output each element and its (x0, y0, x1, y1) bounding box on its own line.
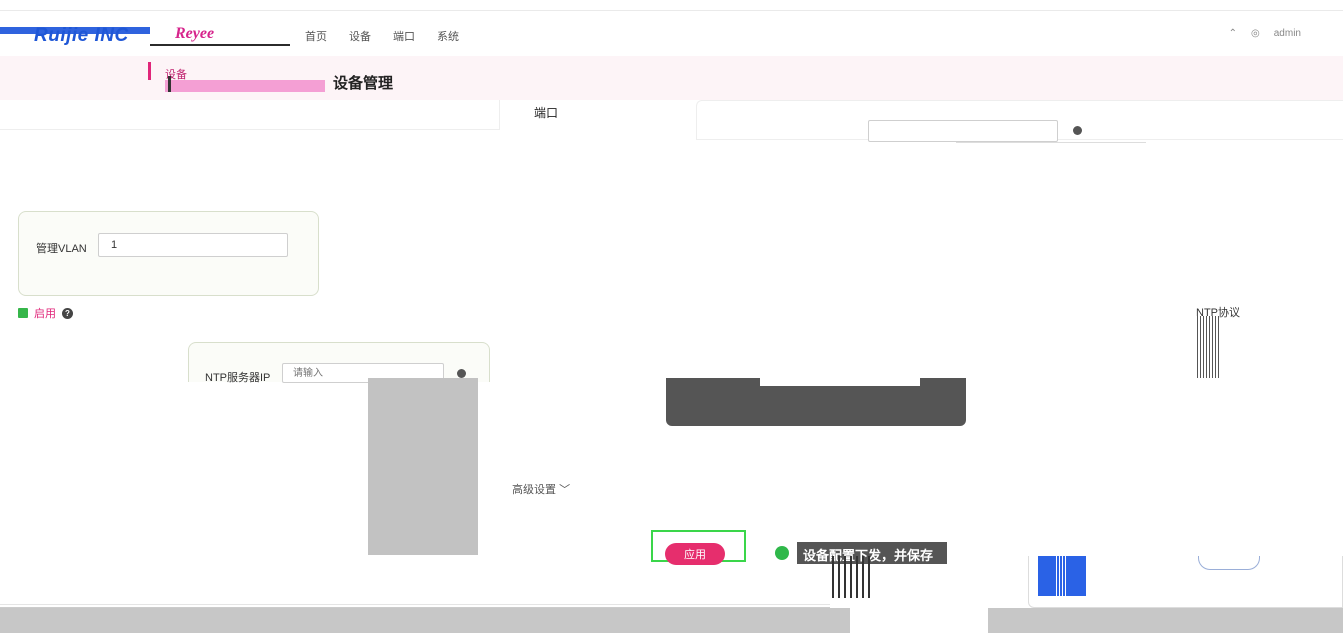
footer-bar-right (988, 608, 1343, 633)
enable-row: 启用 ? (18, 305, 73, 321)
loading-overlay-block (368, 378, 478, 555)
user-icon: ◎ (1251, 28, 1260, 39)
left-panel (0, 100, 500, 130)
sidebar-active-indicator (148, 62, 151, 80)
enable-checkbox[interactable] (18, 308, 28, 318)
nav-item-device[interactable]: 设备 (349, 28, 371, 44)
enable-label: 启用 (34, 308, 56, 320)
advanced-settings-toggle[interactable]: 高级设置 ﹀ (512, 481, 570, 497)
brand-name[interactable]: Reyee (175, 25, 214, 43)
toast-artifact (832, 556, 874, 598)
brand-underline (150, 44, 290, 46)
loading-overlay-bar (760, 372, 920, 386)
sub-header (0, 56, 1343, 100)
footer-bar (0, 608, 850, 633)
chevron-up-icon[interactable]: ⌃ (1229, 28, 1237, 39)
footer-blue-artifact (1056, 556, 1066, 596)
logo: Ruijie INC (34, 25, 129, 46)
top-bar: Ruijie INC Reyee 首页 设备 端口 系统 ⌃ ◎ admin (0, 10, 1343, 56)
page-title: 设备管理 (333, 75, 394, 92)
nav-item-system[interactable]: 系统 (437, 28, 459, 44)
user-name[interactable]: admin (1274, 28, 1301, 39)
question-icon[interactable]: ? (62, 307, 73, 319)
top-right-tools: ⌃ ◎ admin (1229, 28, 1301, 39)
sidebar-item-highlight (165, 80, 325, 92)
vlan-input[interactable] (98, 233, 288, 257)
top-nav: 首页 设备 端口 系统 (305, 28, 459, 44)
vlan-label: 管理VLAN (36, 243, 87, 255)
ntp-server-label: NTP服务器IP (205, 372, 271, 384)
footer-toggle[interactable] (1198, 556, 1260, 570)
text-cursor (168, 76, 171, 92)
check-circle-icon (775, 546, 789, 560)
advanced-settings-label: 高级设置 (512, 484, 556, 496)
ntp-protocol-artifact (1197, 316, 1221, 378)
apply-button[interactable]: 应用 (665, 543, 725, 565)
nav-item-home[interactable]: 首页 (305, 28, 327, 44)
help-icon[interactable] (1073, 126, 1082, 135)
config-input-secondary[interactable] (956, 133, 1146, 143)
nav-item-port[interactable]: 端口 (393, 28, 415, 44)
chevron-down-icon: ﹀ (559, 484, 571, 496)
tab-port[interactable]: 端口 (534, 104, 558, 121)
ntp-help-icon[interactable] (457, 369, 466, 378)
